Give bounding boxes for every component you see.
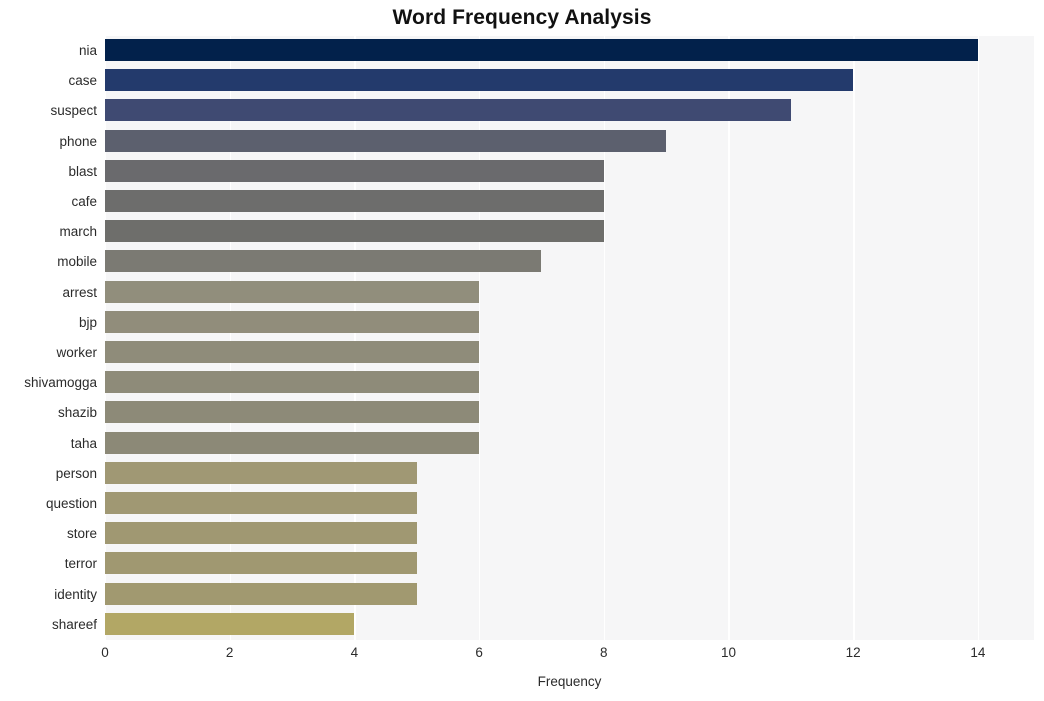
x-tick-label-10: 10 xyxy=(720,645,736,660)
y-tick-label-worker: worker xyxy=(56,345,97,360)
y-tick-label-bjp: bjp xyxy=(78,314,97,330)
y-tick-label-taha: taha xyxy=(70,435,97,451)
y-tick-label-shazib: shazib xyxy=(57,405,97,421)
y-tick-label-person: person xyxy=(55,465,97,481)
x-tick-label-12: 12 xyxy=(845,645,861,660)
bar-case[interactable] xyxy=(105,69,854,92)
y-tick-label-mobile: mobile xyxy=(57,254,97,270)
bar-person[interactable] xyxy=(105,461,417,484)
y-tick-label-question: question xyxy=(45,496,97,511)
y-tick-label-march: march xyxy=(59,224,97,240)
y-tick-label-terror: terror xyxy=(64,556,97,572)
y-tick-label-nia: nia xyxy=(78,43,97,58)
y-tick-label-phone: phone xyxy=(59,133,97,149)
bar-phone[interactable] xyxy=(105,129,667,152)
bar-shareef[interactable] xyxy=(105,612,355,635)
y-tick-label-store: store xyxy=(66,526,97,542)
bars-layer xyxy=(105,36,1034,640)
chart-title: Word Frequency Analysis xyxy=(392,6,652,29)
y-tick-label-case: case xyxy=(68,73,97,89)
bar-nia[interactable] xyxy=(105,39,978,61)
x-tick-label-14: 14 xyxy=(970,645,986,660)
y-tick-label-arrest: arrest xyxy=(62,284,97,300)
bar-shivamogga[interactable] xyxy=(105,371,480,394)
x-tick-label-0: 0 xyxy=(101,645,109,660)
x-tick-label-6: 6 xyxy=(475,645,483,660)
y-tick-label-shareef: shareef xyxy=(51,616,97,632)
bar-taha[interactable] xyxy=(105,431,480,454)
bar-question[interactable] xyxy=(105,492,417,514)
y-tick-label-suspect: suspect xyxy=(50,103,97,119)
bar-arrest[interactable] xyxy=(105,280,480,303)
y-axis-tick-labels: nia case suspect phone blast cafe march mobile a… xyxy=(0,36,97,640)
bar-march[interactable] xyxy=(105,220,604,243)
x-tick-label-8: 8 xyxy=(600,645,608,660)
x-axis-tick-labels: 0 2 4 6 8 10 12 14 xyxy=(0,645,1044,669)
y-tick-label-identity: identity xyxy=(54,586,97,602)
chart-figure: Word Frequency Analysis nia case suspect ph… xyxy=(0,0,1044,701)
bar-suspect[interactable] xyxy=(105,99,791,122)
bar-store[interactable] xyxy=(105,522,417,545)
y-tick-label-blast: blast xyxy=(68,163,97,179)
bar-shazib[interactable] xyxy=(105,401,480,424)
bar-mobile[interactable] xyxy=(105,250,542,273)
bar-identity[interactable] xyxy=(105,582,417,605)
bar-blast[interactable] xyxy=(105,159,604,182)
bar-bjp[interactable] xyxy=(105,310,480,333)
bar-terror[interactable] xyxy=(105,552,417,575)
y-tick-label-shivamogga: shivamogga xyxy=(24,375,97,391)
bar-cafe[interactable] xyxy=(105,190,604,212)
y-tick-label-cafe: cafe xyxy=(71,194,97,209)
bar-worker[interactable] xyxy=(105,341,480,363)
x-tick-label-2: 2 xyxy=(225,645,234,660)
x-axis-title: Frequency xyxy=(537,674,602,689)
x-tick-label-4: 4 xyxy=(350,645,359,660)
